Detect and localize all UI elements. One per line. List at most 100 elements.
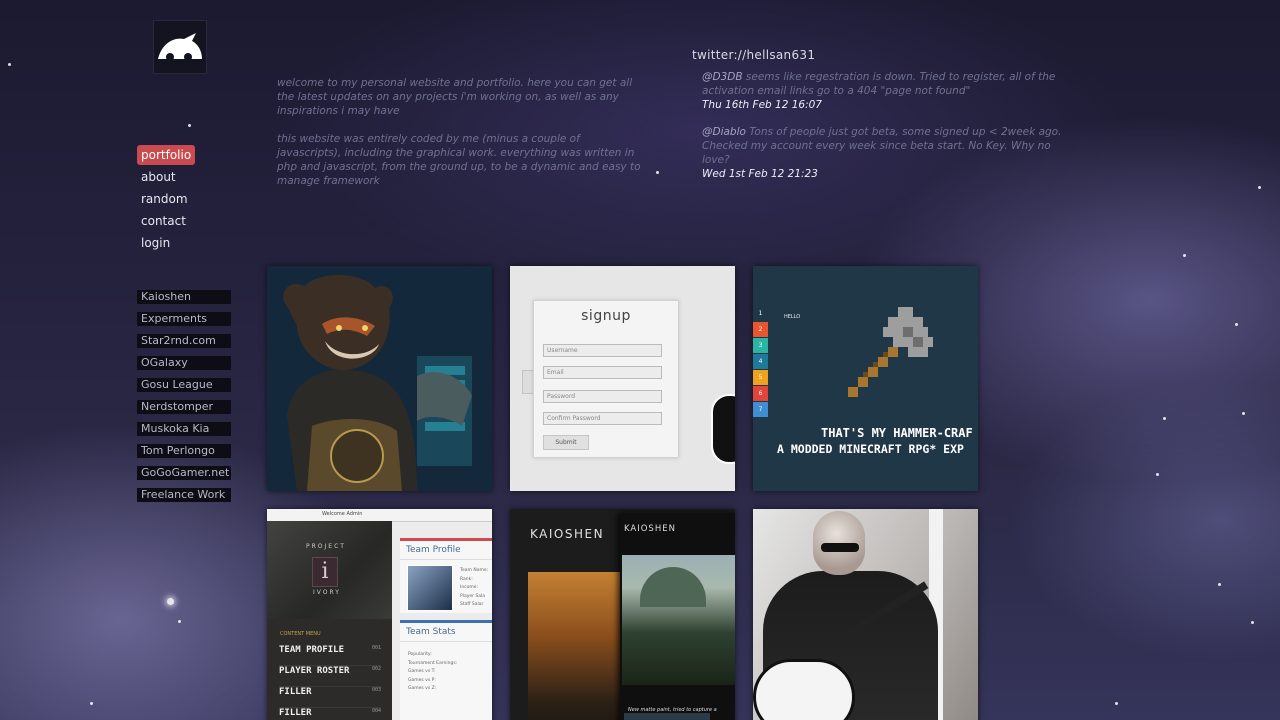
link-gogogamer[interactable]: GoGoGamer.net: [137, 466, 231, 480]
portfolio-tile-bear-warrior[interactable]: [267, 266, 492, 491]
signup-confirm-password-field: Confirm Password: [543, 412, 662, 425]
ivory-row: Player Sala: [460, 593, 486, 599]
link-star2rnd[interactable]: Star2rnd.com: [137, 334, 231, 348]
mc-strip-item: 4: [753, 354, 768, 369]
kaioshen-subtitle: KAIOSHEN: [624, 524, 676, 534]
star: [167, 598, 174, 605]
project-link-list: Kaioshen Experments Star2rnd.com OGalaxy…: [137, 290, 231, 510]
star: [1251, 621, 1254, 624]
tweet-user[interactable]: @D3DB: [702, 71, 743, 83]
ivory-menu-num: 001: [371, 645, 381, 651]
ivory-panel-rows: Team Name: Rank: Income: Player Sala Sta…: [460, 567, 488, 610]
ivory-menu-label: FILLER: [279, 708, 312, 718]
tweet-body: @Diablo Tons of people just got beta, so…: [702, 125, 1062, 167]
ivory-menu-title: CONTENT MENU: [280, 631, 321, 637]
link-freelance-work[interactable]: Freelance Work: [137, 488, 231, 502]
star: [1163, 417, 1166, 420]
tweet-date: Wed 1st Feb 12 21:23: [702, 168, 818, 180]
ivory-menu-label: PLAYER ROSTER: [279, 666, 350, 676]
bear-warrior-image: [267, 266, 492, 491]
tweet-text: Tons of people just got beta, some signe…: [702, 126, 1062, 166]
link-ogalaxy[interactable]: OGalaxy: [137, 356, 231, 370]
ivory-row: Income:: [460, 585, 479, 590]
tweet-body: @D3DB seems like regestration is down. T…: [702, 70, 1062, 98]
portfolio-tile-hammer-craft[interactable]: 1 2 3 4 5 6 7 HELLO THAT'S MY HAMMER-CRA…: [753, 266, 978, 491]
star: [1218, 583, 1221, 586]
ivory-menu-label: TEAM PROFILE: [279, 645, 345, 655]
ivory-team-stats-panel: Team Stats Popularity: Tournament Earnin…: [400, 620, 492, 720]
tweet: @D3DB seems like regestration is down. T…: [702, 70, 1062, 111]
signup-submit-button: Submit: [543, 435, 589, 450]
kaioshen-title: KAIOSHEN: [530, 527, 605, 541]
nav-item-contact[interactable]: contact: [137, 211, 190, 231]
ivory-logo-icon: i: [312, 557, 338, 587]
site-logo[interactable]: [153, 20, 207, 74]
ivory-menu-item: FILLER 004: [279, 708, 381, 720]
ivory-welcome: Welcome Admin: [322, 511, 363, 517]
nav-item-portfolio[interactable]: portfolio: [137, 145, 196, 165]
ivory-caption-top: PROJECT: [306, 543, 346, 550]
nav-item-random[interactable]: random: [137, 189, 192, 209]
ivory-art: PROJECT i IVORY: [267, 521, 392, 619]
signup-card: signup Username Email Password Confirm P…: [533, 300, 679, 458]
mc-strip-item: 6: [753, 386, 768, 401]
portfolio-tile-guitarist[interactable]: [753, 509, 978, 720]
star: [178, 620, 181, 623]
twitter-feed: twitter://hellsan631 @D3DB seems like re…: [692, 48, 1062, 194]
mc-headline-2: A MODDED MINECRAFT RPG* EXP: [777, 442, 964, 456]
mc-strip-item: 1: [753, 306, 768, 321]
signup-password-field: Password: [543, 390, 662, 403]
ivory-row: Games vs Z:: [408, 686, 437, 691]
ivory-panel-rows: Popularity: Tournament Earnings: Games v…: [408, 651, 457, 694]
mc-strip-item: 2: [753, 322, 768, 337]
nav-item-login[interactable]: login: [137, 233, 174, 253]
twitter-handle[interactable]: twitter://hellsan631: [692, 48, 1062, 62]
signup-username-field: Username: [543, 344, 662, 357]
ivory-sidebar: PROJECT i IVORY CONTENT MENU TEAM PROFIL…: [267, 521, 392, 720]
ivory-panel-heading: Team Profile: [400, 541, 492, 560]
link-muskoka-kia[interactable]: Muskoka Kia: [137, 422, 231, 436]
nav-item-about[interactable]: about: [137, 167, 180, 187]
kaioshen-panel: KAIOSHEN New matte paint, tried to captu…: [620, 513, 735, 720]
welcome-paragraph: welcome to my personal website and portf…: [277, 77, 633, 117]
logo-icon: [158, 33, 202, 62]
ivory-menu: TEAM PROFILE 001 PLAYER ROSTER 002 FILLER 0…: [279, 645, 381, 720]
portfolio-tile-kaioshen[interactable]: KAIOSHEN KAIOSHEN New matte paint, tried…: [510, 509, 735, 720]
kaioshen-landscape-image: [528, 572, 621, 720]
tweet-text: seems like regestration is down. Tried t…: [702, 71, 1056, 97]
mc-headline-1: THAT'S MY HAMMER-CRAF: [821, 426, 973, 440]
star: [1156, 473, 1159, 476]
ivory-team-profile-panel: Team Profile Team Name: Rank: Income: Pl…: [400, 538, 492, 613]
link-nerdstomper[interactable]: Nerdstomper: [137, 400, 231, 414]
ivory-menu-num: 004: [371, 708, 381, 714]
portfolio-tile-signup[interactable]: signup Username Email Password Confirm P…: [510, 266, 735, 491]
ivory-menu-num: 003: [371, 687, 381, 693]
link-tom-perlongo[interactable]: Tom Perlongo: [137, 444, 231, 458]
star: [1235, 323, 1238, 326]
tweet-user[interactable]: @Diablo: [702, 126, 746, 138]
tweet-date: Thu 16th Feb 12 16:07: [702, 99, 822, 111]
ivory-row: Popularity:: [408, 652, 432, 657]
mc-strip-item: 7: [753, 402, 768, 417]
tweet: @Diablo Tons of people just got beta, so…: [702, 125, 1062, 180]
portfolio-tile-project-ivory[interactable]: Welcome Admin PROJECT i IVORY CONTENT ME…: [267, 509, 492, 720]
ivory-menu-num: 002: [371, 666, 381, 672]
ivory-menu-label: FILLER: [279, 687, 312, 697]
bomb-mascot-icon: [711, 394, 735, 464]
kaioshen-dome: [640, 567, 706, 607]
ivory-team-emblem-icon: [407, 565, 453, 611]
star: [1258, 186, 1261, 189]
link-gosu-league[interactable]: Gosu League: [137, 378, 231, 392]
star: [1115, 702, 1118, 705]
ivory-menu-item: PLAYER ROSTER 002: [279, 666, 381, 687]
link-experments[interactable]: Experments: [137, 312, 231, 326]
mc-strip-item: 5: [753, 370, 768, 385]
star: [90, 702, 93, 705]
link-kaioshen[interactable]: Kaioshen: [137, 290, 231, 304]
kaioshen-thumbnail: [624, 713, 710, 720]
mc-strip-item: 3: [753, 338, 768, 353]
ivory-row: Team Name:: [460, 568, 489, 573]
mc-number-strip: 1 2 3 4 5 6 7: [753, 306, 768, 418]
mc-hello-label: HELLO: [784, 314, 801, 320]
ivory-panel-heading: Team Stats: [400, 623, 492, 642]
